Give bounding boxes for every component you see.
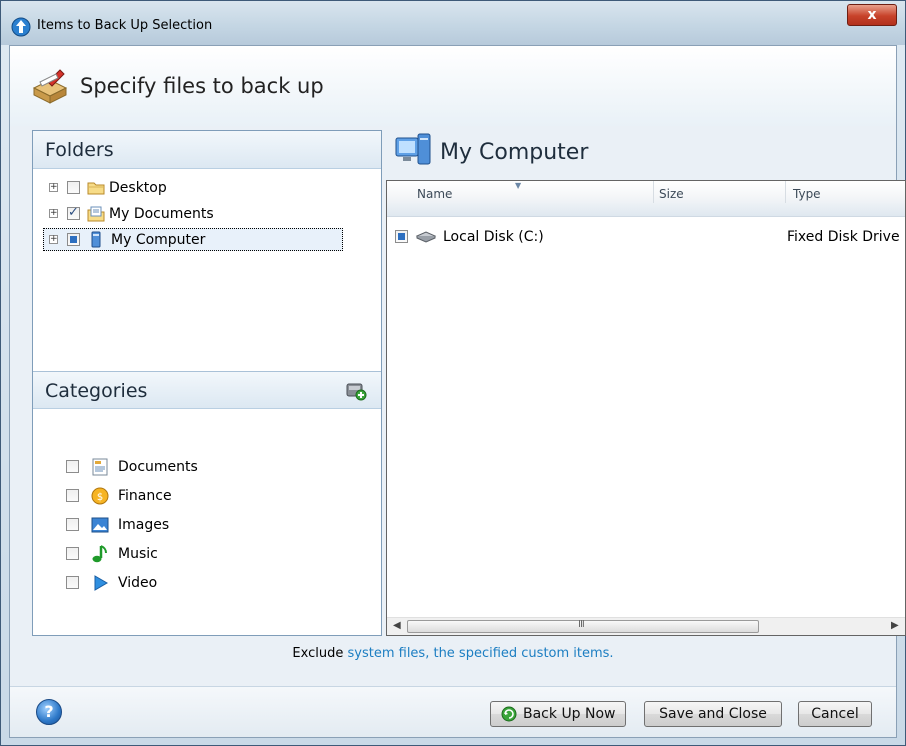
image-icon [91, 517, 109, 533]
scroll-left-arrow[interactable]: ◀ [393, 620, 401, 631]
dialog-footer: ? Back Up Now Save and Close Cancel [10, 686, 896, 737]
refresh-backup-icon [501, 706, 517, 722]
category-item-images[interactable]: Images [66, 514, 366, 543]
tree-item-label: Desktop [109, 180, 167, 196]
tree-item-label: My Documents [109, 206, 214, 222]
save-and-close-button[interactable]: Save and Close [644, 701, 782, 727]
scroll-right-arrow[interactable]: ▶ [891, 620, 899, 631]
cancel-button[interactable]: Cancel [798, 701, 872, 727]
folders-section-header: Folders [33, 131, 381, 169]
folders-heading: Folders [45, 139, 114, 161]
window-title: Items to Back Up Selection [37, 18, 213, 33]
desktop-checkbox[interactable] [67, 181, 80, 194]
column-header-size[interactable]: Size [659, 187, 684, 201]
category-label: Music [118, 546, 158, 562]
list-header: ▼ Name Size Type [387, 181, 905, 217]
column-divider[interactable] [653, 181, 654, 203]
list-item-type: Fixed Disk Drive [787, 229, 900, 245]
expand-icon[interactable]: + [49, 209, 58, 218]
dialog-window: Items to Back Up Selection x Specify fil… [0, 0, 906, 746]
scrollbar-thumb[interactable]: III [407, 619, 759, 633]
scrollbar-grip: III [578, 619, 585, 630]
dialog-client-area: Specify files to back up Folders + Deskt… [9, 45, 906, 738]
app-icon [11, 17, 31, 37]
category-items: Documents $ Finance Images Music Video [66, 456, 366, 601]
music-checkbox[interactable] [66, 547, 79, 560]
column-header-name[interactable]: Name [417, 187, 452, 201]
main-body: Folders + Desktop + ✓ My Documents + My … [10, 126, 906, 686]
backup-files-icon [32, 69, 68, 104]
expand-icon[interactable]: + [49, 235, 58, 244]
svg-text:$: $ [97, 492, 103, 503]
exclude-settings-link[interactable]: system files, the specified custom items… [348, 646, 614, 661]
folder-tree: + Desktop + ✓ My Documents + My Computer [43, 175, 377, 253]
list-item-name: Local Disk (C:) [443, 229, 544, 245]
category-item-video[interactable]: Video [66, 572, 366, 601]
title-bar[interactable]: Items to Back Up Selection x [1, 1, 905, 45]
tree-item-desktop[interactable]: + Desktop [47, 175, 377, 201]
file-list: ▼ Name Size Type Local Disk (C:) Fixed D… [386, 180, 906, 636]
folder-icon [87, 182, 105, 195]
tree-item-my-documents[interactable]: + My Documents [47, 201, 377, 227]
category-item-documents[interactable]: Documents [66, 456, 366, 485]
list-item[interactable]: Local Disk (C:) Fixed Disk Drive [387, 227, 905, 249]
category-item-finance[interactable]: $ Finance [66, 485, 366, 514]
local-disk-checkbox[interactable] [395, 230, 408, 243]
category-label: Documents [118, 459, 198, 475]
finance-checkbox[interactable] [66, 489, 79, 502]
my-computer-checkbox[interactable] [67, 233, 80, 246]
sort-descending-icon: ▼ [515, 181, 522, 190]
category-label: Finance [118, 488, 172, 504]
category-item-music[interactable]: Music [66, 543, 366, 572]
my-documents-checkbox[interactable] [67, 205, 80, 220]
my-computer-icon [395, 133, 431, 165]
add-category-icon[interactable] [345, 381, 367, 401]
category-label: Images [118, 517, 170, 533]
video-checkbox[interactable] [66, 576, 79, 589]
exclude-prefix: Exclude [292, 646, 344, 661]
column-divider[interactable] [785, 181, 786, 203]
page-header: Specify files to back up [10, 46, 896, 126]
category-label: Video [118, 575, 158, 591]
tree-item-label: My Computer [111, 232, 206, 248]
finance-coin-icon: $ [91, 487, 109, 505]
images-checkbox[interactable] [66, 518, 79, 531]
document-icon [92, 458, 108, 476]
music-note-icon [92, 545, 107, 563]
video-play-icon [94, 575, 108, 591]
expand-icon[interactable]: + [49, 183, 58, 192]
exclude-line: Exclude system files, the specified cust… [10, 646, 896, 661]
horizontal-scrollbar[interactable]: ◀ III ▶ [387, 617, 905, 635]
back-up-now-button[interactable]: Back Up Now [490, 701, 626, 727]
hard-disk-icon [415, 231, 437, 243]
documents-folder-icon [87, 206, 105, 222]
content-title: My Computer [440, 140, 589, 165]
documents-checkbox[interactable] [66, 460, 79, 473]
help-icon[interactable]: ? [36, 699, 62, 725]
categories-heading: Categories [45, 380, 148, 402]
close-button[interactable]: x [847, 4, 897, 26]
tree-item-my-computer[interactable]: + My Computer [43, 227, 377, 253]
page-title: Specify files to back up [80, 74, 324, 98]
back-up-now-label: Back Up Now [523, 706, 616, 722]
categories-section-header: Categories [33, 371, 381, 409]
column-header-type[interactable]: Type [793, 187, 821, 201]
computer-icon [91, 231, 101, 248]
